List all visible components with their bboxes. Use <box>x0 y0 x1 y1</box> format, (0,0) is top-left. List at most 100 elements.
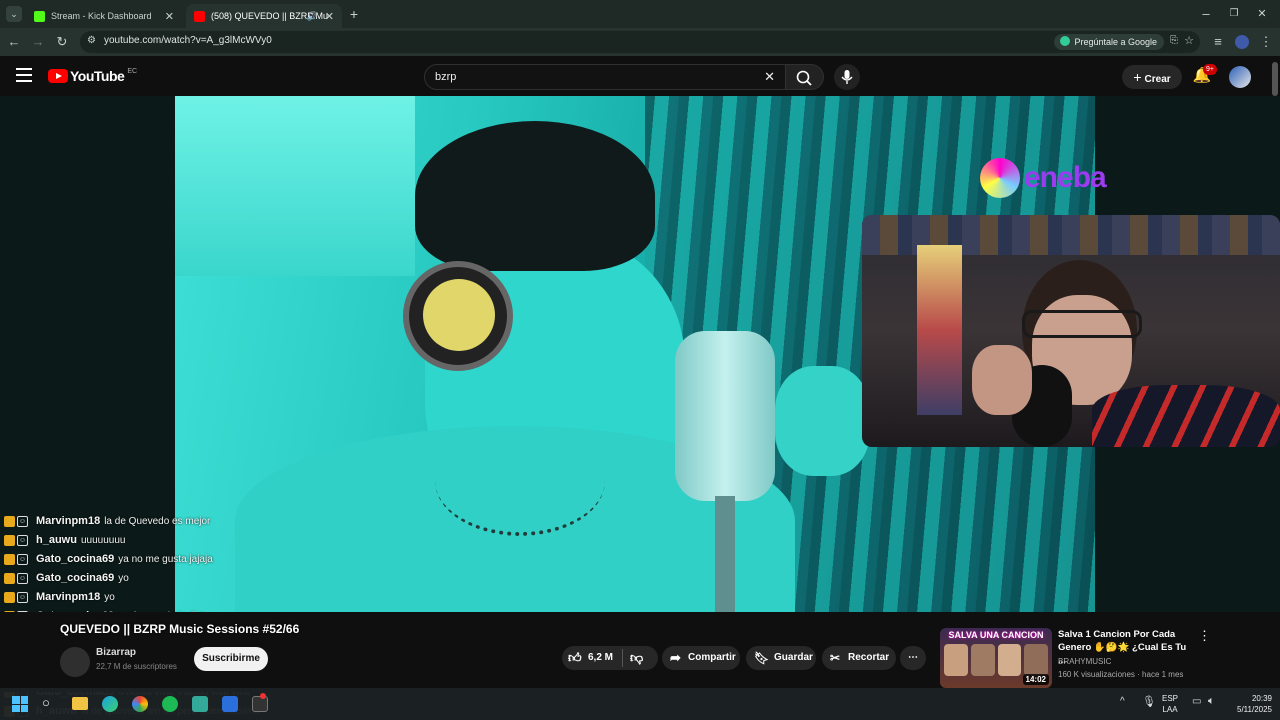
singer-cap <box>415 121 655 271</box>
share-button[interactable]: ➦ Compartir <box>662 646 740 670</box>
tab-youtube-video[interactable]: (508) QUEVEDO || BZRP Mu 🔊 ✕ <box>186 4 342 28</box>
save-button[interactable]: 🔖︎ Guardar <box>746 646 816 670</box>
lens-icon <box>1060 36 1071 46</box>
chat-username: Marvinpm18 <box>36 515 101 527</box>
plus-icon: + <box>1133 69 1142 85</box>
account-avatar[interactable] <box>1229 66 1251 88</box>
bookmark-star-icon[interactable]: ☆ <box>1184 34 1194 47</box>
chat-message: ☺ Gato_cocina69 yo <box>4 569 129 587</box>
share-label: Compartir <box>688 652 736 663</box>
create-label: Crear <box>1144 74 1171 85</box>
youtube-play-icon <box>48 69 68 83</box>
app-icon[interactable] <box>192 696 208 712</box>
obs-icon[interactable] <box>252 696 268 712</box>
youtube-icon <box>194 10 205 22</box>
close-window-button[interactable]: ✕ <box>1254 6 1270 22</box>
emote-badge-icon: ☺ <box>17 515 28 527</box>
ask-google-label: Pregúntale a Google <box>1074 37 1157 47</box>
close-tab-icon[interactable]: ✕ <box>165 10 174 23</box>
chrome-icon[interactable] <box>132 696 148 712</box>
video-info-bar: QUEVEDO || BZRP Music Sessions #52/66 Bi… <box>0 612 1280 692</box>
restore-button[interactable]: ❐ <box>1226 6 1242 22</box>
singer-hand <box>775 366 870 476</box>
language-indicator[interactable]: ESP LAA <box>1162 693 1178 715</box>
search-button[interactable] <box>786 64 824 90</box>
clock-time: 20:39 <box>1251 694 1272 703</box>
recommendation-meta: 160 K visualizaciones · hace 1 mes <box>1058 670 1184 679</box>
clock[interactable]: 20:39 5/11/2025 <box>1226 693 1272 715</box>
address-toolbar: ← → ↻ ⚙ youtube.com/watch?v=A_g3lMcWVy0 … <box>0 28 1280 56</box>
profile-avatar[interactable] <box>1235 35 1249 49</box>
streamer-jacket <box>1092 385 1280 447</box>
chat-message: ☺ Gato_cocina69 ya no me gusta jajaja <box>4 550 213 568</box>
voice-search-button[interactable] <box>834 64 860 90</box>
app-icon[interactable] <box>222 696 238 712</box>
thumbnail-caption: SALVA UNA CANCION <box>948 630 1044 640</box>
channel-name[interactable]: Bizarrap <box>96 647 136 658</box>
share-icon: ➦ <box>670 650 681 665</box>
chat-text: yo <box>104 591 115 603</box>
emote-badge-icon: ☺ <box>17 534 28 546</box>
file-explorer-icon[interactable] <box>72 697 88 710</box>
tab-search-button[interactable]: ⌄ <box>6 6 22 22</box>
browser-menu-icon[interactable]: ⋮ <box>1258 34 1274 50</box>
keyboard-layout: LAA <box>1162 705 1178 714</box>
chat-message: ☺ Marvinpm18 la de Quevedo es mejor <box>4 512 210 530</box>
air-conditioner <box>175 96 415 276</box>
hamburger-menu-icon[interactable] <box>16 68 32 82</box>
youtube-logo[interactable]: YouTube EC <box>48 68 137 84</box>
taskbar-search-icon[interactable]: ○ <box>42 695 50 710</box>
forward-icon[interactable]: → <box>30 34 46 50</box>
page-scrollbar[interactable] <box>1272 62 1278 96</box>
clip-button[interactable]: ✂ Recortar <box>822 646 896 670</box>
speaker-icon[interactable]: 🔊 <box>307 11 318 22</box>
site-info-icon[interactable]: ⚙ <box>87 35 96 46</box>
tab-title: Stream - Kick Dashboard <box>51 11 152 21</box>
new-tab-button[interactable]: + <box>346 6 362 22</box>
chat-username: Gato_cocina69 <box>36 553 115 565</box>
streamer-webcam <box>862 215 1280 447</box>
notification-count-badge: 9+ <box>1203 64 1217 75</box>
sponsor-overlay: eneba <box>980 158 1107 198</box>
back-icon[interactable]: ← <box>6 34 22 50</box>
emote-badge-icon: ☺ <box>17 591 28 603</box>
volume-icon[interactable]: 🔈︎ <box>1208 695 1215 708</box>
reading-list-icon[interactable]: ≡ <box>1210 34 1226 50</box>
clear-search-icon[interactable]: ✕ <box>764 69 775 85</box>
edge-icon[interactable] <box>102 696 118 712</box>
network-icon[interactable]: ▭ <box>1192 696 1201 707</box>
streamer-glasses <box>1022 310 1142 338</box>
chat-message: ☺ h_auwu uuuuuuuu <box>4 531 125 549</box>
dislike-button[interactable]: 👎︎ <box>630 646 643 670</box>
channel-avatar[interactable] <box>60 647 90 677</box>
recommendation-thumbnail[interactable]: SALVA UNA CANCION 14:02 <box>940 628 1052 688</box>
youtube-header: YouTube EC bzrp ✕ + Crear 🔔 9+ <box>0 56 1280 96</box>
necklace <box>435 426 605 536</box>
tray-chevron-icon[interactable]: ^ <box>1120 696 1125 707</box>
subscriber-badge-icon <box>4 572 15 584</box>
windows-start-icon[interactable] <box>12 696 28 712</box>
url-bar[interactable]: ⚙ youtube.com/watch?v=A_g3lMcWVy0 Pregún… <box>80 31 1200 53</box>
spotify-icon[interactable] <box>162 696 178 712</box>
close-tab-icon[interactable]: ✕ <box>325 10 334 23</box>
recording-dot-icon <box>260 693 266 699</box>
recommendation-menu-icon[interactable]: ⋮ <box>1198 628 1211 644</box>
browser-tab-bar: ⌄ Stream - Kick Dashboard ✕ (508) QUEVED… <box>0 0 1280 28</box>
ask-google-button[interactable]: Pregúntale a Google <box>1054 34 1164 50</box>
microphone-icon <box>841 70 853 84</box>
tray-mic-icon[interactable]: 🎙︎ <box>1142 695 1156 708</box>
cast-icon[interactable]: ⎘ <box>1170 35 1178 46</box>
more-actions-button[interactable]: ⋯ <box>900 646 926 670</box>
tab-kick-dashboard[interactable]: Stream - Kick Dashboard ✕ <box>26 4 182 28</box>
recommendation-channel[interactable]: BRAHYMUSIC <box>1058 657 1111 666</box>
search-input[interactable]: bzrp ✕ <box>424 64 786 90</box>
like-button[interactable]: 👍︎ <box>568 646 582 670</box>
create-button[interactable]: + Crear <box>1122 65 1182 89</box>
search-query: bzrp <box>435 71 457 83</box>
chat-text: ya no me gusta jajaja <box>118 553 213 565</box>
chat-text: uuuuuuuu <box>80 534 126 546</box>
bookmark-icon: 🔖︎ <box>754 651 770 665</box>
minimize-button[interactable]: – <box>1198 6 1214 22</box>
subscribe-button[interactable]: Suscribirme <box>194 647 268 671</box>
reload-icon[interactable]: ↻ <box>54 34 70 50</box>
